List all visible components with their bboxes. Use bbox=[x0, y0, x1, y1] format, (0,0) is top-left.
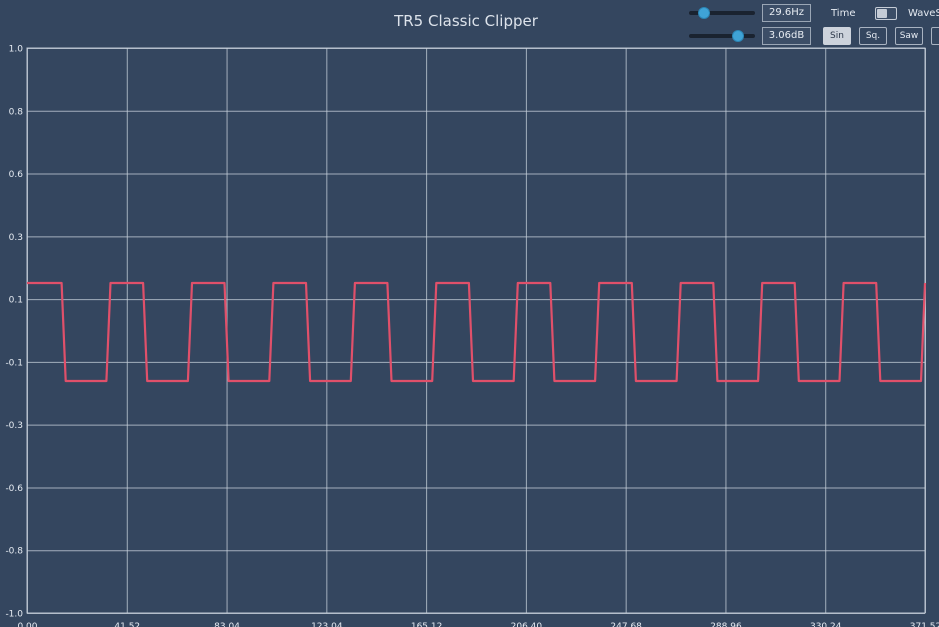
y-tick-label: -0.6 bbox=[5, 484, 23, 494]
x-tick-label: 0.00 bbox=[17, 622, 37, 627]
x-tick-label: 330.24 bbox=[810, 622, 842, 627]
x-tick-label: 165.12 bbox=[411, 622, 443, 627]
waveform-line bbox=[27, 281, 927, 383]
plot-frame bbox=[26, 47, 926, 614]
y-tick-label: 0.6 bbox=[9, 170, 24, 180]
y-tick-label: 0.1 bbox=[9, 296, 23, 306]
x-tick-label: 371.52 bbox=[910, 622, 939, 627]
x-tick-label: 247.68 bbox=[610, 622, 642, 627]
y-tick-label: 1.0 bbox=[9, 45, 24, 55]
x-tick-label: 288.96 bbox=[710, 622, 742, 627]
y-tick-label: -0.8 bbox=[5, 547, 23, 557]
waveform-chart: 0.00 41.52 83.04 123.04 165.12 206.40 247.68 28… bbox=[5, 45, 939, 627]
x-tick-label: 206.40 bbox=[511, 622, 543, 627]
y-tick-label: 0.8 bbox=[9, 107, 24, 117]
y-tick-label: -1.0 bbox=[5, 610, 23, 620]
x-tick-label: 41.52 bbox=[114, 622, 140, 627]
y-tick-label: -0.1 bbox=[5, 358, 23, 368]
y-tick-label: 0.3 bbox=[9, 233, 23, 243]
x-tick-label: 83.04 bbox=[214, 622, 240, 627]
x-tick-label: 123.04 bbox=[311, 622, 343, 627]
y-tick-label: -0.3 bbox=[5, 421, 23, 431]
